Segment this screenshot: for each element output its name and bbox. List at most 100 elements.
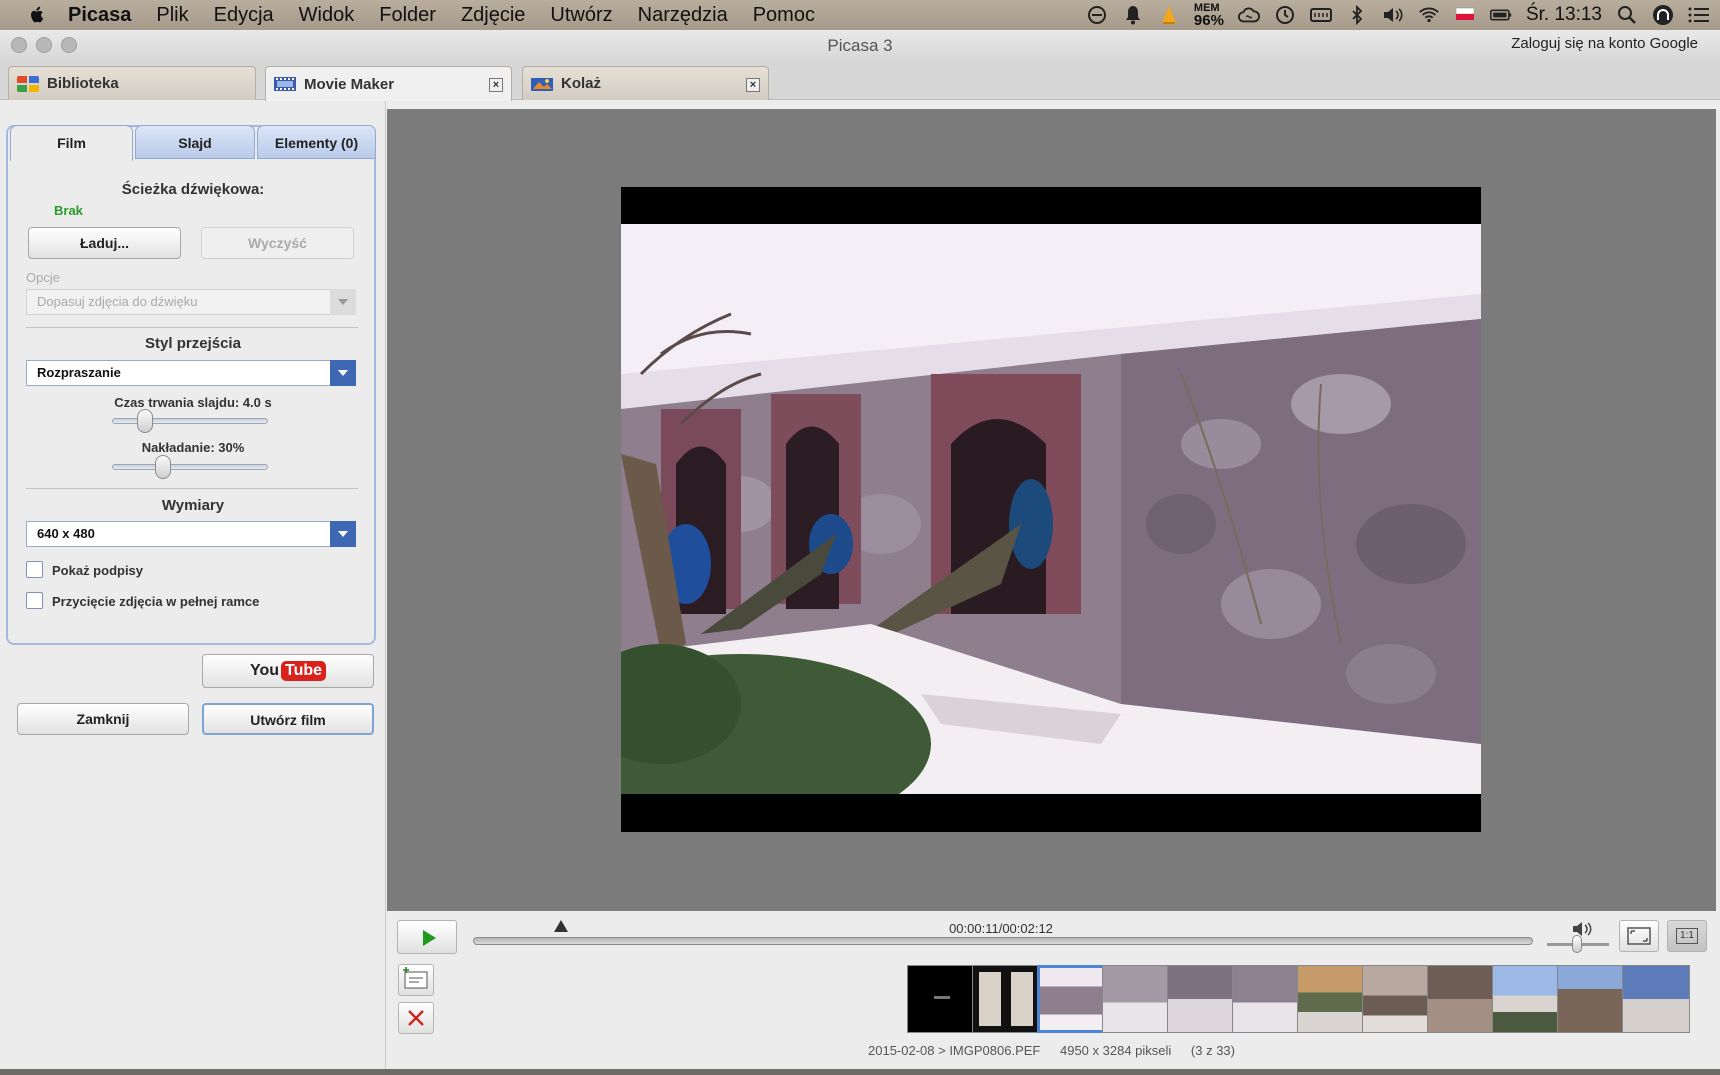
transition-style-title: Styl przejścia bbox=[145, 335, 241, 352]
filmstrip-thumbnail[interactable] bbox=[1232, 965, 1300, 1033]
menu-app-name[interactable]: Picasa bbox=[68, 4, 131, 27]
window-title: Picasa 3 bbox=[827, 36, 893, 55]
wifi-icon[interactable] bbox=[1418, 4, 1440, 26]
timeline-scrubber[interactable] bbox=[473, 937, 1533, 945]
menu-edit[interactable]: Edycja bbox=[214, 4, 274, 27]
tab-elements[interactable]: Elementy (0) bbox=[257, 125, 376, 159]
playhead-marker[interactable] bbox=[554, 920, 568, 932]
menu-create[interactable]: Utwórz bbox=[550, 4, 612, 27]
notification-center-icon[interactable] bbox=[1688, 4, 1710, 26]
menu-picture[interactable]: Zdjęcie bbox=[461, 4, 525, 27]
user-menu-icon[interactable] bbox=[1652, 4, 1674, 26]
spotlight-search-icon[interactable] bbox=[1616, 4, 1638, 26]
block-icon[interactable] bbox=[1086, 4, 1108, 26]
actual-size-button[interactable]: 1:1 bbox=[1667, 920, 1707, 952]
tab-film[interactable]: Film bbox=[10, 125, 133, 161]
options-label: Opcje bbox=[26, 270, 60, 285]
timecode: 00:00:11/00:02:12 bbox=[949, 921, 1053, 936]
menu-folder[interactable]: Folder bbox=[379, 4, 436, 27]
tab-movie-maker[interactable]: Movie Maker × bbox=[265, 66, 512, 101]
movie-preview-area bbox=[387, 109, 1716, 911]
transition-style-select[interactable]: Rozpraszanie bbox=[26, 360, 356, 386]
apple-icon[interactable] bbox=[26, 4, 48, 26]
filmstrip-thumbnail[interactable] bbox=[1492, 965, 1560, 1033]
close-tab-collage-icon[interactable]: × bbox=[746, 78, 760, 92]
filmstrip-thumbnail[interactable] bbox=[1622, 965, 1690, 1033]
divider bbox=[26, 488, 358, 489]
slide-duration-thumb[interactable] bbox=[137, 409, 153, 433]
google-signin-link[interactable]: Zaloguj się na konto Google bbox=[1511, 35, 1698, 52]
clear-audio-button[interactable]: Wyczyść bbox=[201, 227, 354, 259]
slide-duration-slider[interactable] bbox=[112, 409, 268, 433]
peacock-wall-photo bbox=[621, 224, 1481, 794]
desktop-background-strip bbox=[0, 1069, 1720, 1075]
filmstrip-thumbnail[interactable] bbox=[1297, 965, 1365, 1033]
warning-cone-icon[interactable] bbox=[1158, 4, 1180, 26]
slide-duration-label: Czas trwania slajdu: 4.0 s bbox=[114, 395, 272, 410]
creative-cloud-icon[interactable] bbox=[1238, 4, 1260, 26]
filmstrip-thumbnail[interactable] bbox=[1427, 965, 1495, 1033]
remove-slide-button[interactable] bbox=[398, 1002, 434, 1034]
keyboard-icon[interactable] bbox=[1309, 4, 1332, 26]
tab-library[interactable]: Biblioteka bbox=[8, 66, 256, 100]
full-frame-crop-checkbox[interactable] bbox=[26, 592, 43, 609]
memory-meter[interactable]: MEM 96% bbox=[1193, 2, 1224, 29]
close-button[interactable]: Zamknij bbox=[17, 703, 189, 735]
audio-track-title: Ścieżka dźwiękowa: bbox=[121, 181, 265, 198]
audio-options-select[interactable]: Dopasuj zdjęcia do dźwięku bbox=[26, 289, 356, 315]
menu-clock[interactable]: Śr. 13:13 bbox=[1526, 4, 1602, 26]
input-source-flag-icon[interactable] bbox=[1454, 4, 1476, 26]
filmstrip-thumbnail[interactable] bbox=[1362, 965, 1430, 1033]
audio-options-value: Dopasuj zdjęcia do dźwięku bbox=[37, 294, 198, 309]
filmstrip-thumbnail[interactable] bbox=[907, 965, 975, 1033]
show-captions-checkbox[interactable] bbox=[26, 561, 43, 578]
tab-collage-label: Kolaż bbox=[561, 75, 602, 92]
status-menu-area: MEM 96% Śr. 13:13 bbox=[1086, 0, 1710, 30]
show-captions-label: Pokaż podpisy bbox=[52, 563, 144, 578]
filmstrip-thumbnail[interactable] bbox=[1167, 965, 1235, 1033]
status-line: 2015-02-08 > IMGP0806.PEF 4950 x 3284 pi… bbox=[387, 1043, 1716, 1058]
menu-help[interactable]: Pomoc bbox=[753, 4, 815, 27]
add-title-slide-button[interactable] bbox=[398, 964, 434, 996]
chevron-down-icon bbox=[330, 360, 356, 386]
filmstrip-thumbnail-selected[interactable] bbox=[1037, 965, 1105, 1033]
status-path: 2015-02-08 > IMGP0806.PEF bbox=[868, 1043, 1041, 1058]
overlap-thumb[interactable] bbox=[155, 455, 171, 479]
transition-style-value: Rozpraszanie bbox=[37, 365, 121, 380]
menu-tools[interactable]: Narzędzia bbox=[638, 4, 728, 27]
volume-thumb[interactable] bbox=[1572, 935, 1582, 953]
overlap-label: Nakładanie: 30% bbox=[141, 440, 245, 455]
remove-x-icon bbox=[408, 1010, 424, 1026]
close-tab-movie-maker-icon[interactable]: × bbox=[489, 78, 503, 92]
video-frame[interactable] bbox=[621, 187, 1481, 832]
fullscreen-button[interactable] bbox=[1619, 920, 1659, 952]
tab-movie-maker-label: Movie Maker bbox=[304, 75, 395, 93]
slide-filmstrip bbox=[907, 965, 1716, 1033]
chevron-down-icon bbox=[330, 289, 356, 315]
memory-value: 96% bbox=[1193, 11, 1224, 29]
filmstrip-thumbnail[interactable] bbox=[972, 965, 1040, 1033]
overlap-slider[interactable] bbox=[112, 455, 268, 479]
dimensions-select[interactable]: 640 x 480 bbox=[26, 521, 356, 547]
tab-collage[interactable]: Kolaż × bbox=[522, 66, 769, 100]
create-movie-button[interactable]: Utwórz film bbox=[202, 703, 374, 735]
bluetooth-icon[interactable] bbox=[1346, 4, 1368, 26]
filmstrip-thumbnail[interactable] bbox=[1102, 965, 1170, 1033]
full-frame-crop-label: Przycięcie zdjęcia w pełnej ramce bbox=[52, 594, 260, 609]
chevron-down-icon bbox=[330, 521, 356, 547]
notification-bell-icon[interactable] bbox=[1122, 4, 1144, 26]
filmstrip-thumbnail[interactable] bbox=[1557, 965, 1625, 1033]
time-machine-icon[interactable] bbox=[1274, 4, 1296, 26]
youtube-upload-button[interactable]: You Tube bbox=[202, 654, 374, 688]
tab-slide[interactable]: Slajd bbox=[135, 125, 255, 159]
menu-file[interactable]: Plik bbox=[156, 4, 188, 27]
player-controls: 00:00:11/00:02:12 1:1 2015-02-08 > IMGP0… bbox=[387, 911, 1716, 1075]
status-position: (3 z 33) bbox=[1190, 1043, 1235, 1058]
audio-track-value: Brak bbox=[54, 203, 83, 218]
dimensions-title: Wymiary bbox=[161, 497, 225, 514]
menu-view[interactable]: Widok bbox=[299, 4, 355, 27]
load-audio-button[interactable]: Ładuj... bbox=[28, 227, 181, 259]
movie-settings-panel: Film Slajd Elementy (0) Ścieżka dźwiękow… bbox=[0, 101, 386, 1075]
volume-icon[interactable] bbox=[1382, 4, 1404, 26]
battery-icon[interactable] bbox=[1489, 4, 1512, 26]
